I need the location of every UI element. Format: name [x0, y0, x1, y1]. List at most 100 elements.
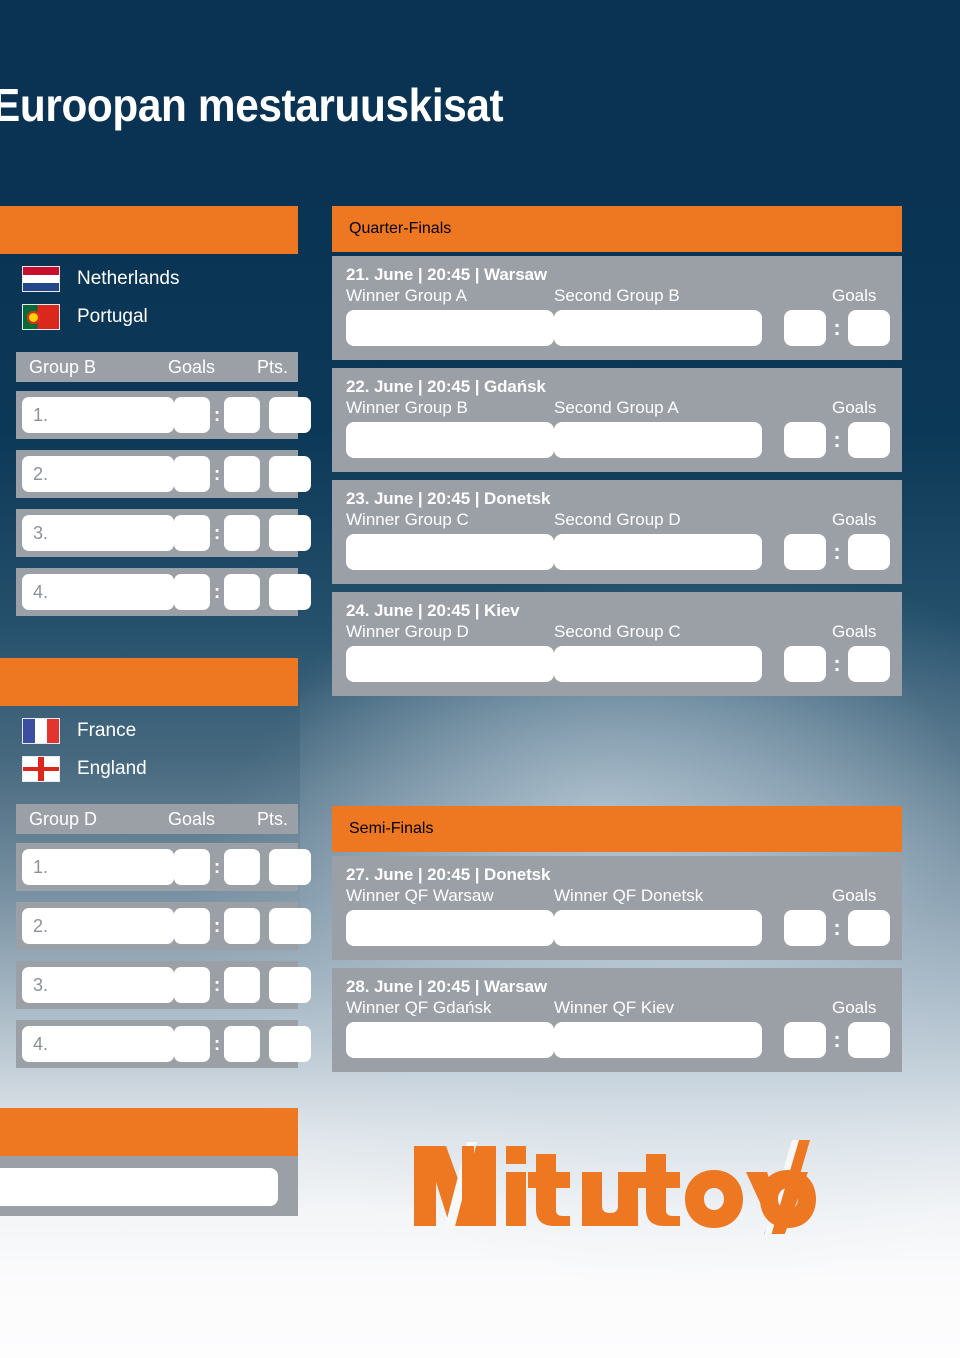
away-team-label: Winner QF Donetsk	[554, 886, 704, 905]
goals-against-input[interactable]	[224, 908, 260, 944]
team-name-input[interactable]: 2.	[22, 908, 174, 944]
team-name-input[interactable]: 1.	[22, 849, 174, 885]
table-row: 4. :	[16, 568, 311, 616]
score-separator: :	[213, 404, 221, 426]
points-input[interactable]	[269, 574, 311, 610]
team-name-input[interactable]: 4.	[22, 574, 174, 610]
points-input[interactable]	[269, 849, 311, 885]
goals-for-input[interactable]	[174, 515, 210, 551]
home-team-input[interactable]	[346, 310, 554, 346]
home-goals-input[interactable]	[784, 910, 826, 946]
flag-france-icon	[22, 718, 60, 744]
points-input[interactable]	[269, 397, 311, 433]
goals-against-input[interactable]	[224, 515, 260, 551]
quarter-finals-title: Quarter-Finals	[349, 220, 452, 237]
flag-portugal-icon	[22, 304, 60, 330]
goals-for-input[interactable]	[174, 1026, 210, 1062]
away-goals-input[interactable]	[848, 310, 890, 346]
goals-label: Goals	[832, 510, 877, 529]
score-separator: :	[833, 1027, 841, 1052]
team-name-input[interactable]: 3.	[22, 515, 174, 551]
score-separator: :	[833, 651, 841, 676]
group-d-qualified-list: France England	[22, 712, 298, 788]
away-goals-input[interactable]	[848, 646, 890, 682]
qualified-team-label: Portugal	[77, 306, 148, 327]
goals-for-input[interactable]	[174, 908, 210, 944]
team-name-input[interactable]: 3.	[22, 967, 174, 1003]
qualified-team-label: Netherlands	[77, 268, 180, 289]
away-team-input[interactable]	[554, 910, 762, 946]
page-title: Euroopan mestaruuskisat	[0, 79, 504, 131]
home-team-input[interactable]	[346, 646, 554, 682]
match-meta: 22. June | 20:45 | Gdańsk	[346, 377, 546, 396]
team-name-input[interactable]: 4.	[22, 1026, 174, 1062]
table-row: 4. :	[16, 1020, 311, 1068]
goals-for-input[interactable]	[174, 397, 210, 433]
team-name-input[interactable]: 1.	[22, 397, 174, 433]
goals-against-input[interactable]	[224, 574, 260, 610]
away-team-label: Winner QF Kiev	[554, 998, 674, 1017]
final-team-input-stub[interactable]	[0, 1168, 278, 1206]
goals-against-input[interactable]	[224, 1026, 260, 1062]
home-goals-input[interactable]	[784, 310, 826, 346]
away-team-label: Second Group A	[554, 398, 679, 417]
semi-final-match-2: 28. June | 20:45 | Warsaw Winner QF Gdań…	[332, 968, 902, 1072]
away-goals-input[interactable]	[848, 910, 890, 946]
group-b-name: Group B	[29, 356, 97, 377]
goals-for-input[interactable]	[174, 849, 210, 885]
match-label-row: Winner QF Gdańsk Winner QF Kiev Goals	[332, 998, 902, 1020]
goals-label: Goals	[832, 286, 877, 305]
goals-for-input[interactable]	[174, 967, 210, 1003]
goals-against-input[interactable]	[224, 849, 260, 885]
points-input[interactable]	[269, 967, 311, 1003]
away-team-label: Second Group D	[554, 510, 681, 529]
goals-label: Goals	[832, 622, 877, 641]
mitutoyo-logo-icon	[414, 1140, 816, 1244]
group-b-goals-header: Goals	[168, 356, 216, 377]
group-d-orange-header	[0, 658, 298, 706]
goals-against-input[interactable]	[224, 456, 260, 492]
away-team-input[interactable]	[554, 646, 762, 682]
match-label-row: Winner QF Warsaw Winner QF Donetsk Goals	[332, 886, 902, 908]
group-d-table-header: Group D Goals Pts.	[16, 804, 298, 834]
qualified-team-label: England	[77, 758, 147, 779]
home-goals-input[interactable]	[784, 1022, 826, 1058]
match-input-row: :	[332, 646, 902, 686]
points-input[interactable]	[269, 908, 311, 944]
home-goals-input[interactable]	[784, 646, 826, 682]
group-d-goals-header: Goals	[168, 808, 216, 829]
flag-england-icon	[22, 756, 60, 782]
table-row: 3. :	[16, 509, 311, 557]
match-meta: 28. June | 20:45 | Warsaw	[346, 977, 548, 996]
home-team-input[interactable]	[346, 910, 554, 946]
semi-finals-title: Semi-Finals	[349, 820, 434, 837]
home-team-input[interactable]	[346, 422, 554, 458]
home-goals-input[interactable]	[784, 534, 826, 570]
away-team-input[interactable]	[554, 422, 762, 458]
goals-for-input[interactable]	[174, 456, 210, 492]
team-name-input[interactable]: 2.	[22, 456, 174, 492]
away-goals-input[interactable]	[848, 1022, 890, 1058]
away-goals-input[interactable]	[848, 422, 890, 458]
home-team-input[interactable]	[346, 534, 554, 570]
away-team-input[interactable]	[554, 534, 762, 570]
goals-for-input[interactable]	[174, 574, 210, 610]
points-input[interactable]	[269, 515, 311, 551]
away-goals-input[interactable]	[848, 534, 890, 570]
goals-against-input[interactable]	[224, 967, 260, 1003]
home-goals-input[interactable]	[784, 422, 826, 458]
quarter-final-match-3: 23. June | 20:45 | Donetsk Winner Group …	[332, 480, 902, 584]
goals-against-input[interactable]	[224, 397, 260, 433]
home-team-input[interactable]	[346, 1022, 554, 1058]
score-separator: :	[833, 915, 841, 940]
score-separator: :	[213, 1033, 221, 1055]
group-d-table-rows: 1. : 2. : 3. : 4. :	[16, 843, 311, 1079]
score-separator: :	[833, 539, 841, 564]
points-input[interactable]	[269, 1026, 311, 1062]
points-input[interactable]	[269, 456, 311, 492]
final-orange-header-stub	[0, 1108, 298, 1156]
away-team-input[interactable]	[554, 310, 762, 346]
group-d-points-header: Pts.	[256, 808, 288, 829]
away-team-input[interactable]	[554, 1022, 762, 1058]
score-separator: :	[213, 974, 221, 996]
